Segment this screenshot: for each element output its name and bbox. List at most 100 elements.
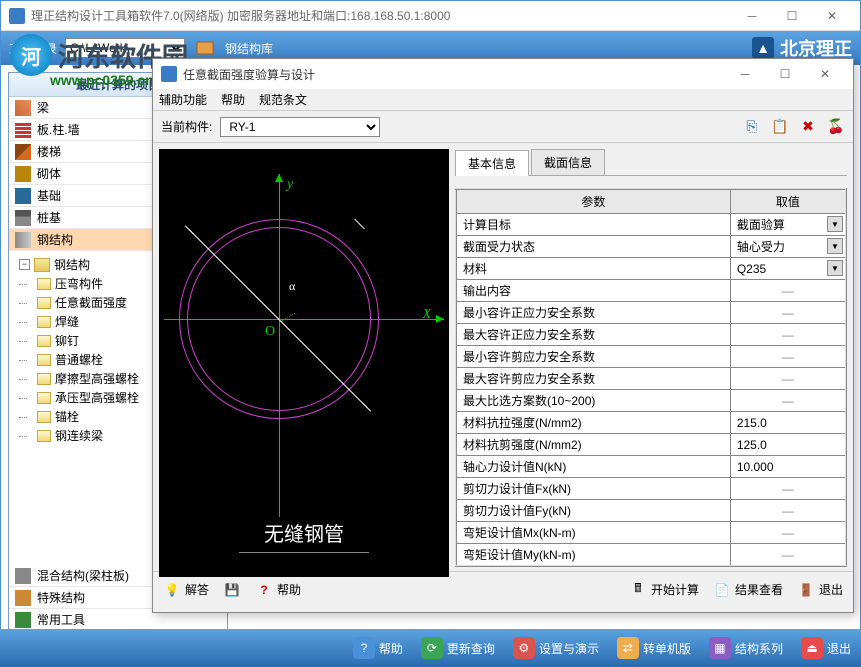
right-pane: 基本信息 截面信息 参数 取值 计算目标截面验算▼截面受力状态轴心受力▼材料Q2… [455, 143, 853, 571]
component-select[interactable]: RY-1 [220, 117, 380, 137]
tabs: 基本信息 截面信息 [455, 149, 847, 176]
delete-icon[interactable]: ✖ [799, 118, 817, 136]
tab-section[interactable]: 截面信息 [531, 149, 605, 175]
value-cell[interactable]: — [730, 280, 846, 302]
value-cell[interactable]: — [730, 346, 846, 368]
maximize-button[interactable]: ☐ [772, 4, 812, 28]
bottom-settings-button[interactable]: ⚙设置与演示 [513, 637, 599, 659]
special-icon [15, 590, 31, 606]
param-cell: 最大容许剪应力安全系数 [456, 368, 730, 390]
table-row: 材料抗剪强度(N/mm2)125.0 [456, 434, 846, 456]
view-button[interactable]: 📄结果查看 [713, 581, 783, 599]
pile-icon [15, 210, 31, 226]
gear-icon: ⚙ [513, 637, 535, 659]
chevron-down-icon[interactable]: ▼ [827, 216, 843, 232]
tick-mark [185, 225, 194, 234]
file-icon [37, 430, 51, 442]
library-label: 钢结构库 [225, 40, 273, 57]
tools-icon [15, 612, 31, 628]
bottom-convert-button[interactable]: ⇄转单机版 [617, 637, 691, 659]
beam-icon [15, 100, 31, 116]
value-cell[interactable]: 10.000 [730, 456, 846, 478]
file-icon [37, 411, 51, 423]
dialog-close-button[interactable]: ✕ [805, 62, 845, 86]
dialog-minimize-button[interactable]: ─ [725, 62, 765, 86]
param-cell: 计算目标 [456, 214, 730, 236]
table-row: 材料抗拉强度(N/mm2)215.0 [456, 412, 846, 434]
value-cell[interactable]: — [730, 500, 846, 522]
file-icon [37, 354, 51, 366]
workdir-select[interactable]: C:\LzWork\ [65, 38, 185, 58]
value-cell[interactable]: 截面验算▼ [730, 214, 846, 236]
value-cell[interactable]: — [730, 478, 846, 500]
param-cell: 截面受力状态 [456, 236, 730, 258]
value-cell[interactable]: — [730, 544, 846, 567]
value-cell[interactable]: — [730, 324, 846, 346]
tick-mark [362, 402, 371, 411]
file-icon [37, 316, 51, 328]
exit-icon: ⏏ [801, 637, 823, 659]
dialog: 任意截面强度验算与设计 ─ ☐ ✕ 辅助功能 帮助 规范条文 当前构件: RY-… [152, 58, 854, 613]
menu-spec[interactable]: 规范条文 [259, 91, 307, 108]
calc-icon: 🖩 [629, 581, 647, 599]
value-cell[interactable]: — [730, 368, 846, 390]
axis-x-label: X [422, 307, 431, 323]
view-icon: 📄 [713, 581, 731, 599]
chevron-down-icon[interactable]: ▼ [827, 260, 843, 276]
save-icon: 💾 [223, 581, 241, 599]
table-row: 材料Q235▼ [456, 258, 846, 280]
dialog-titlebar: 任意截面强度验算与设计 ─ ☐ ✕ [153, 59, 853, 89]
dialog-toolbar: 当前构件: RY-1 ⎘ 📋 ✖ 🍒 [153, 111, 853, 143]
workdir-label: 工作目录 [9, 40, 57, 57]
table-row: 最小容许正应力安全系数— [456, 302, 846, 324]
calc-button[interactable]: 🖩开始计算 [629, 581, 699, 599]
col-value: 取值 [730, 189, 846, 214]
param-cell: 最大比选方案数(10~200) [456, 390, 730, 412]
dialog-maximize-button[interactable]: ☐ [765, 62, 805, 86]
collapse-icon[interactable]: − [19, 259, 30, 270]
bottom-update-button[interactable]: ⟳更新查询 [421, 637, 495, 659]
paste-icon[interactable]: 📋 [771, 118, 789, 136]
exit-button[interactable]: 🚪退出 [797, 581, 843, 599]
close-button[interactable]: ✕ [812, 4, 852, 28]
wall-icon [15, 122, 31, 138]
table-row: 最大容许正应力安全系数— [456, 324, 846, 346]
save-button[interactable]: 💾 [223, 581, 241, 599]
options-icon[interactable]: 🍒 [827, 118, 845, 136]
bottom-help-button[interactable]: ?帮助 [353, 637, 403, 659]
param-cell: 弯矩设计值My(kN-m) [456, 544, 730, 567]
folder-icon [34, 258, 50, 272]
menu-aux[interactable]: 辅助功能 [159, 91, 207, 108]
chevron-down-icon[interactable]: ▼ [827, 238, 843, 254]
help-icon: ? [353, 637, 375, 659]
series-icon: ▦ [709, 637, 731, 659]
minimize-button[interactable]: ─ [732, 4, 772, 28]
masonry-icon [15, 166, 31, 182]
bottom-series-button[interactable]: ▦结构系列 [709, 637, 783, 659]
dialog-menu: 辅助功能 帮助 规范条文 [153, 89, 853, 111]
file-icon [37, 373, 51, 385]
value-cell[interactable]: 215.0 [730, 412, 846, 434]
window-title: 理正结构设计工具箱软件7.0(网络版) 加密服务器地址和端口:168.168.5… [31, 7, 732, 24]
bottom-exit-button[interactable]: ⏏退出 [801, 637, 851, 659]
value-cell[interactable]: Q235▼ [730, 258, 846, 280]
value-cell[interactable]: — [730, 522, 846, 544]
solve-button[interactable]: 💡解答 [163, 581, 209, 599]
dialog-title: 任意截面强度验算与设计 [183, 66, 725, 83]
table-row: 截面受力状态轴心受力▼ [456, 236, 846, 258]
param-cell: 弯矩设计值Mx(kN-m) [456, 522, 730, 544]
menu-help[interactable]: 帮助 [221, 91, 245, 108]
tab-basic[interactable]: 基本信息 [455, 150, 529, 176]
table-row: 计算目标截面验算▼ [456, 214, 846, 236]
value-cell[interactable]: 轴心受力▼ [730, 236, 846, 258]
arrow-x-icon [436, 315, 444, 323]
library-icon[interactable] [193, 36, 217, 60]
help-button[interactable]: ?帮助 [255, 581, 301, 599]
value-cell[interactable]: — [730, 302, 846, 324]
mixed-icon [15, 568, 31, 584]
value-cell[interactable]: — [730, 390, 846, 412]
copy-icon[interactable]: ⎘ [743, 118, 761, 136]
bottom-bar: ?帮助 ⟳更新查询 ⚙设置与演示 ⇄转单机版 ▦结构系列 ⏏退出 [0, 629, 861, 667]
value-cell[interactable]: 125.0 [730, 434, 846, 456]
file-icon [37, 278, 51, 290]
